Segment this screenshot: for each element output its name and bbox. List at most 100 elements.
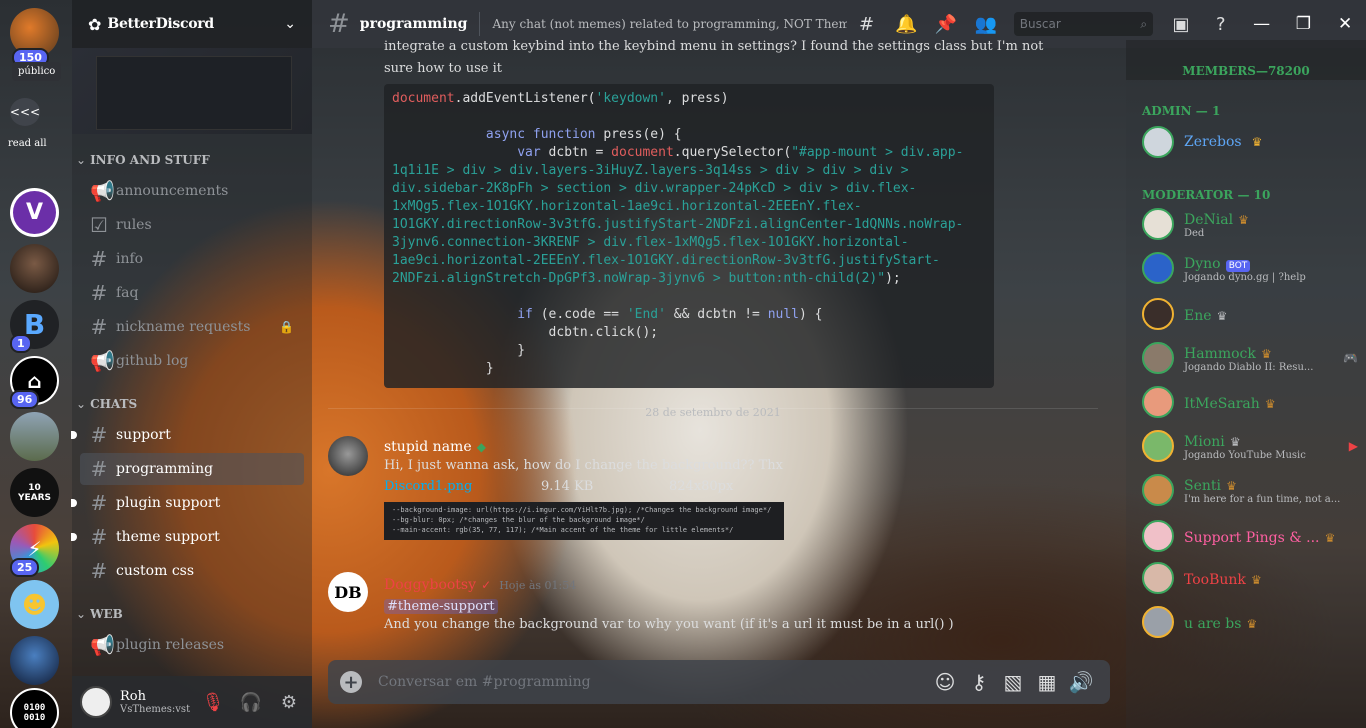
key-icon[interactable]: ⚷	[962, 670, 996, 694]
member-name: DeNial	[1184, 212, 1234, 228]
message-author[interactable]: Doggybootsy	[384, 577, 476, 593]
avatar	[1142, 298, 1174, 330]
channel-mention[interactable]: #theme-support	[384, 599, 498, 614]
channel-nickname-requests[interactable]: # nickname requests 🔒	[80, 311, 304, 343]
role-gem-icon: ◆	[476, 440, 486, 454]
guild-icon: ✿	[88, 14, 102, 34]
search-input[interactable]: Buscar ⌕	[1013, 12, 1154, 36]
avatar	[1142, 126, 1174, 158]
member-status: Jogando Diablo II: Resu...	[1184, 362, 1314, 373]
member-list: MEMBERS—78200 ADMIN — 1 Zerebos ♛ MODERA…	[1126, 40, 1366, 728]
member-status: Jogando YouTube Music	[1184, 450, 1306, 461]
crown-icon: ♛	[1251, 572, 1262, 587]
channel-announcements[interactable]: 📢 announcements	[80, 175, 304, 207]
add-attachment-icon[interactable]: +	[340, 671, 362, 693]
member-name: Zerebos	[1184, 134, 1242, 150]
channel-topic[interactable]: Any chat (not memes) related to programm…	[492, 17, 846, 31]
avatar	[1142, 562, 1174, 594]
help-icon[interactable]: ?	[1201, 14, 1241, 35]
avatar[interactable]	[80, 686, 112, 718]
server-blue-figure[interactable]	[10, 636, 59, 685]
member-name: Support Pings & ...	[1184, 529, 1320, 546]
server-10-years[interactable]: 10 YEARS	[10, 468, 59, 517]
member-mioni[interactable]: Mioni ♛ Jogando YouTube Music ▶	[1142, 426, 1358, 466]
mute-mic-icon[interactable]: 🎙	[198, 692, 228, 713]
threads-icon[interactable]: #	[847, 14, 887, 35]
pin-icon[interactable]: 📌	[926, 14, 966, 35]
bell-icon[interactable]: 🔔	[886, 14, 926, 35]
member-ene[interactable]: Ene ♛	[1142, 294, 1358, 334]
channel-title: programming	[359, 16, 468, 32]
publico-button[interactable]: público	[12, 62, 62, 81]
server-portrait[interactable]	[10, 244, 59, 293]
crown-icon: ♛	[1260, 347, 1272, 361]
youtube-icon: ▶	[1348, 439, 1358, 453]
attachment-image[interactable]: --background-image: url(https://i.imgur.…	[384, 502, 784, 540]
server-binary[interactable]: 0100 0010	[10, 688, 59, 728]
server-rainbow-plug[interactable]: ⚡ 25	[10, 524, 59, 577]
member-itmesarah[interactable]: ItMeSarah ♛	[1142, 382, 1358, 422]
gif-icon[interactable]: ▦	[1030, 670, 1064, 694]
category-web[interactable]: ⌄ WEB	[76, 607, 123, 621]
unread-indicator	[71, 533, 77, 541]
unread-indicator	[71, 431, 77, 439]
message: stupid name ◆ Hi, I just wanna ask, how …	[384, 436, 784, 540]
channel-custom-css[interactable]: # custom css	[80, 555, 304, 587]
bot-tag: BOT	[1225, 260, 1251, 272]
member-denial[interactable]: DeNial ♛ Ded	[1142, 204, 1358, 244]
channel-plugin-support[interactable]: # plugin support	[71, 487, 304, 519]
megaphone-icon: 📢	[90, 179, 115, 203]
headphones-icon[interactable]: 🎧	[236, 692, 266, 713]
channel-plugin-releases[interactable]: 📢 plugin releases	[80, 629, 304, 661]
channel-info[interactable]: # info	[80, 243, 304, 275]
channel-support[interactable]: # support	[71, 419, 304, 451]
channel-programming[interactable]: # programming	[80, 453, 304, 485]
server-b-camera[interactable]: B 1	[10, 300, 59, 353]
minimize-button[interactable]: —	[1241, 14, 1283, 34]
attachment-link[interactable]: Discord1.png	[384, 479, 541, 494]
server-landscape[interactable]	[10, 412, 59, 461]
members-icon[interactable]: 👥	[966, 14, 1006, 35]
maximize-button[interactable]: ❐	[1282, 14, 1324, 34]
inbox-icon[interactable]: ▣	[1161, 14, 1201, 35]
close-button[interactable]: ✕	[1324, 14, 1366, 34]
channel-faq[interactable]: # faq	[80, 277, 304, 309]
checkbox-icon: ☑	[90, 213, 108, 237]
category-chats[interactable]: ⌄ CHATS	[76, 397, 137, 411]
crown-icon: ♛	[1238, 213, 1249, 227]
channel-rules[interactable]: ☑ rules	[80, 209, 304, 241]
emoji-icon[interactable]: ☺	[928, 670, 962, 694]
avatar[interactable]: DB	[328, 572, 368, 612]
settings-gear-icon[interactable]: ⚙	[274, 692, 304, 713]
member-toobunk[interactable]: TooBunk ♛	[1142, 558, 1358, 598]
sound-icon[interactable]: 🔊	[1064, 670, 1098, 694]
megaphone-icon: 📢	[90, 633, 115, 657]
channel-github-log[interactable]: 📢 github log	[80, 345, 304, 377]
member-senti[interactable]: Senti ♛ I'm here for a fun time, not a...	[1142, 470, 1358, 510]
category-info[interactable]: ⌄ INFO AND STUFF	[76, 153, 210, 167]
guild-header[interactable]: ✿ BetterDiscord ⌄	[72, 0, 312, 48]
hash-icon: #	[90, 247, 108, 271]
image-icon[interactable]: ▧	[996, 670, 1030, 694]
member-dyno[interactable]: Dyno BOT Jogando dyno.gg | ?help	[1142, 248, 1358, 288]
server-home[interactable]: 150	[10, 8, 59, 67]
member-support-pings[interactable]: Support Pings & ... ♛	[1142, 516, 1358, 556]
username: Roh	[120, 689, 146, 704]
channel-theme-support[interactable]: # theme support	[71, 521, 304, 553]
message-composer[interactable]: + Conversar em #programming ☺ ⚷ ▧ ▦ 🔊	[328, 660, 1110, 704]
chevron-down-icon: ⌄	[284, 16, 296, 32]
member-status: I'm here for a fun time, not a...	[1184, 494, 1341, 505]
message-author[interactable]: stupid name	[384, 439, 472, 455]
member-u-are-bs[interactable]: u are bs ♛	[1142, 602, 1358, 642]
hash-lock-icon: #	[90, 315, 108, 339]
collapse-button[interactable]: <<<	[10, 98, 40, 126]
server-smiley[interactable]: ☻	[10, 580, 59, 629]
read-all-button[interactable]: read all	[2, 134, 53, 153]
avatar	[1142, 386, 1174, 418]
message-input[interactable]: Conversar em #programming	[378, 674, 928, 690]
server-bw-logo[interactable]: ⌂ 96	[10, 356, 59, 409]
member-hammock[interactable]: Hammock ♛ Jogando Diablo II: Resu... 🎮	[1142, 338, 1358, 378]
member-zerebos[interactable]: Zerebos ♛	[1142, 122, 1358, 162]
avatar[interactable]	[328, 436, 368, 476]
server-violet-v[interactable]: V	[10, 188, 59, 237]
